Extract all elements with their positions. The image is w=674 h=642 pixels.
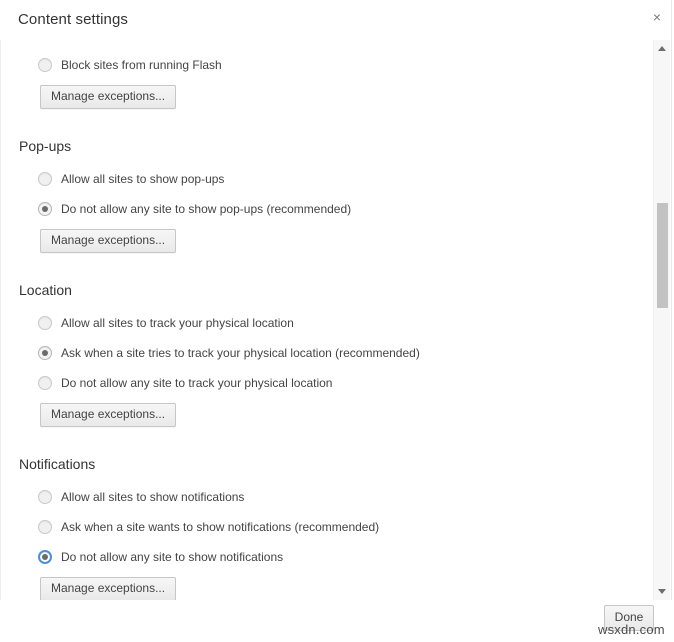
radio-label-notifications-0[interactable]: Allow all sites to show notifications [61, 490, 244, 504]
watermark-text: wsxdn.com [598, 622, 665, 637]
radio-label-notifications-1[interactable]: Ask when a site wants to show notificati… [61, 520, 379, 534]
settings-content: Block sites from running Flash Manage exc… [0, 40, 648, 600]
settings-section-location: Location Allow all sites to track your ph… [1, 282, 648, 432]
radio-button-flash-0[interactable] [38, 58, 52, 72]
manage-exceptions-button-flash[interactable]: Manage exceptions... [40, 85, 177, 109]
section-heading-location: Location [19, 282, 72, 298]
radio-button-notifications-2[interactable] [38, 550, 52, 564]
radio-label-flash-0[interactable]: Block sites from running Flash [61, 58, 222, 72]
exceptions-row-notifications: Manage exceptions... [1, 572, 648, 600]
section-heading-notifications: Notifications [19, 456, 96, 472]
close-icon[interactable]: × [646, 6, 668, 28]
exceptions-row-location: Manage exceptions... [1, 398, 648, 432]
radio-option-notifications-1[interactable]: Ask when a site wants to show notificati… [1, 512, 648, 542]
radio-button-notifications-1[interactable] [38, 520, 52, 534]
radio-option-notifications-2[interactable]: Do not allow any site to show notificati… [1, 542, 648, 572]
radio-label-location-1[interactable]: Ask when a site tries to track your phys… [61, 346, 420, 360]
section-heading-popups: Pop-ups [19, 138, 72, 154]
radio-label-popups-0[interactable]: Allow all sites to show pop-ups [61, 172, 224, 186]
radio-label-popups-1[interactable]: Do not allow any site to show pop-ups (r… [61, 202, 351, 216]
settings-section-popups: Pop-ups Allow all sites to show pop-ups Do… [1, 138, 648, 258]
triangle-down-icon[interactable] [654, 583, 670, 600]
manage-exceptions-button-notifications[interactable]: Manage exceptions... [40, 577, 177, 600]
radio-button-location-1[interactable] [38, 346, 52, 360]
settings-section-flash: Block sites from running Flash Manage exc… [1, 40, 648, 114]
exceptions-row-flash: Manage exceptions... [1, 80, 648, 114]
radio-option-location-2[interactable]: Do not allow any site to track your phys… [1, 368, 648, 398]
settings-scroll-region[interactable]: Block sites from running Flash Manage exc… [0, 40, 674, 600]
exceptions-row-popups: Manage exceptions... [1, 224, 648, 258]
vertical-scrollbar[interactable] [653, 40, 670, 600]
radio-button-location-0[interactable] [38, 316, 52, 330]
radio-label-location-2[interactable]: Do not allow any site to track your phys… [61, 376, 332, 390]
manage-exceptions-button-popups[interactable]: Manage exceptions... [40, 229, 177, 253]
settings-section-notifications: Notifications Allow all sites to show not… [1, 456, 648, 600]
radio-button-notifications-0[interactable] [38, 490, 52, 504]
page-title: Content settings [18, 11, 128, 28]
radio-option-popups-1[interactable]: Do not allow any site to show pop-ups (r… [1, 194, 648, 224]
dialog-header: Content settings × [0, 0, 674, 40]
radio-button-popups-1[interactable] [38, 202, 52, 216]
radio-button-popups-0[interactable] [38, 172, 52, 186]
dialog-right-edge [671, 0, 672, 642]
dialog-footer: Done [0, 600, 674, 642]
scrollbar-thumb[interactable] [657, 203, 668, 308]
radio-option-location-1[interactable]: Ask when a site tries to track your phys… [1, 338, 648, 368]
radio-label-location-0[interactable]: Allow all sites to track your physical l… [61, 316, 294, 330]
radio-button-location-2[interactable] [38, 376, 52, 390]
manage-exceptions-button-location[interactable]: Manage exceptions... [40, 403, 177, 427]
radio-option-location-0[interactable]: Allow all sites to track your physical l… [1, 308, 648, 338]
radio-option-popups-0[interactable]: Allow all sites to show pop-ups [1, 164, 648, 194]
triangle-up-icon[interactable] [654, 40, 670, 57]
radio-option-flash-0[interactable]: Block sites from running Flash [1, 50, 648, 80]
radio-label-notifications-2[interactable]: Do not allow any site to show notificati… [61, 550, 283, 564]
radio-option-notifications-0[interactable]: Allow all sites to show notifications [1, 482, 648, 512]
content-settings-dialog: Content settings × Block sites from runn… [0, 0, 674, 642]
